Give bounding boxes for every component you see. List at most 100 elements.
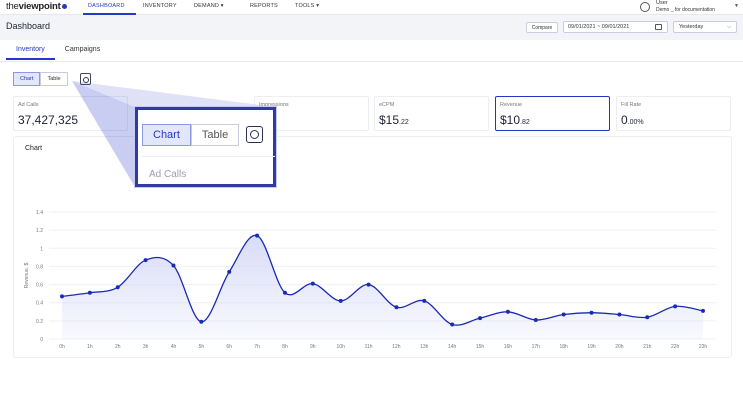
kpi-value: $10.82 — [500, 113, 530, 127]
data-point — [310, 281, 315, 286]
data-point — [87, 290, 92, 295]
x-tick-label: 2h — [115, 344, 121, 350]
calendar-icon — [655, 24, 662, 30]
logo-text-light: the — [6, 1, 19, 12]
nav-reports[interactable]: REPORTS — [250, 3, 278, 9]
kpi-label: Fill Rate — [621, 102, 642, 108]
data-point — [561, 312, 566, 317]
x-tick-label: 5h — [199, 344, 205, 350]
y-tick-label: 0.6 — [36, 283, 43, 289]
tab-campaigns[interactable]: Campaigns — [55, 40, 110, 60]
data-point — [505, 309, 510, 314]
date-preset-select[interactable]: Yesterday ⌵ — [673, 21, 737, 33]
top-navbar: theviewpoint DASHBOARD INVENTORY DEMAND … — [0, 0, 743, 15]
table-view-button[interactable]: Table — [40, 72, 68, 86]
x-tick-label: 23h — [699, 344, 708, 350]
main-panel: Inventory Campaigns Chart Table Ad Calls… — [0, 40, 743, 413]
chart-card-title: Chart — [25, 145, 43, 152]
tab-inventory[interactable]: Inventory — [6, 40, 55, 60]
y-tick-label: 0.2 — [36, 319, 43, 325]
data-point — [338, 298, 343, 303]
data-point — [422, 298, 427, 303]
kpi-value-decimal: .82 — [520, 119, 530, 126]
x-tick-label: 16h — [504, 344, 513, 350]
kpi-value-main: $10 — [500, 113, 521, 127]
zoom-divider — [142, 156, 275, 157]
kpi-value-decimal: .00% — [627, 119, 644, 126]
chart-card: Chart 0 0.2 0.4 0.6 0.8 1 1.2 1.4 Revenue, $ 0h 1h… — [13, 136, 732, 358]
data-point — [645, 315, 650, 320]
nav-dashboard[interactable]: DASHBOARD — [88, 3, 125, 9]
date-range-picker[interactable]: 09/01/2021 ~ 09/01/2021 — [563, 21, 668, 33]
kpi-label: Ad Calls — [18, 102, 39, 108]
user-menu[interactable]: User Demo _ for documentation ▼ — [637, 0, 742, 15]
data-point — [394, 305, 399, 310]
x-tick-label: 10h — [337, 344, 346, 350]
kpi-value-decimal: .22 — [399, 119, 409, 126]
kpi-ad-calls[interactable]: Ad Calls 37,427,325 — [13, 96, 128, 131]
x-tick-label: 13h — [420, 344, 429, 350]
data-point — [701, 308, 705, 313]
y-tick-label: 1.2 — [36, 228, 43, 234]
x-tick-label: 17h — [532, 344, 541, 350]
data-point — [199, 319, 204, 324]
page-title: Dashboard — [6, 21, 51, 31]
y-tick-label: 0.8 — [36, 264, 43, 270]
x-tick-label: 11h — [365, 344, 373, 350]
x-tick-label: 14h — [448, 344, 457, 350]
avatar-icon — [640, 2, 650, 12]
data-point — [478, 316, 483, 321]
refresh-icon[interactable] — [80, 73, 91, 85]
data-point — [533, 317, 538, 322]
refresh-icon[interactable] — [246, 126, 263, 143]
y-tick-label: 1.4 — [36, 210, 43, 216]
kpi-label: eCPM — [379, 102, 395, 108]
x-tick-label: 8h — [282, 344, 288, 350]
data-point — [255, 233, 260, 238]
zoom-table-button[interactable]: Table — [190, 124, 240, 146]
y-axis-label: Revenue, $ — [24, 262, 30, 288]
data-point — [115, 285, 120, 290]
user-name: User — [656, 0, 668, 6]
nav-inventory[interactable]: INVENTORY — [143, 3, 177, 9]
kpi-value: $15.22 — [379, 113, 409, 127]
x-tick-label: 21h — [643, 344, 652, 350]
kpi-value-main: $15 — [379, 113, 400, 127]
x-tick-label: 3h — [143, 344, 149, 350]
nav-tools[interactable]: TOOLS ▾ — [295, 3, 319, 9]
x-tick-label: 6h — [226, 344, 232, 350]
zoom-kpi-label: Ad Calls — [149, 169, 187, 180]
zoom-callout: Chart Table Ad Calls — [135, 107, 276, 187]
x-tick-label: 22h — [671, 344, 680, 350]
kpi-ecpm[interactable]: eCPM $15.22 — [374, 96, 489, 131]
data-point — [450, 322, 455, 327]
y-tick-label: 0.4 — [36, 301, 43, 307]
app-logo[interactable]: theviewpoint — [6, 1, 67, 12]
data-point — [171, 263, 176, 268]
data-point — [366, 282, 371, 287]
x-tick-label: 9h — [310, 344, 316, 350]
data-point — [617, 312, 622, 317]
x-tick-label: 7h — [254, 344, 260, 350]
data-point — [673, 304, 678, 309]
kpi-value: 0.00% — [621, 113, 644, 127]
kpi-label: Revenue — [500, 102, 523, 108]
chevron-down-icon: ⌵ — [727, 24, 731, 30]
revenue-chart: 0 0.2 0.4 0.6 0.8 1 1.2 1.4 Revenue, $ 0h 1h 2h 3h 4h… — [24, 210, 716, 350]
nav-demand[interactable]: DEMAND ▾ — [194, 3, 224, 9]
data-point — [227, 269, 232, 274]
kpi-revenue[interactable]: Revenue $10.82 — [495, 96, 610, 131]
kpi-value: 37,427,325 — [18, 113, 79, 127]
data-point — [60, 294, 64, 299]
view-toggle: Chart Table — [13, 72, 68, 86]
chart-view-button[interactable]: Chart — [13, 72, 41, 86]
user-org: Demo _ for documentation — [656, 7, 715, 13]
kpi-fill-rate[interactable]: Fill Rate 0.00% — [616, 96, 731, 131]
compare-button[interactable]: Compare — [526, 22, 558, 33]
data-point — [143, 258, 148, 263]
x-tick-label: 15h — [476, 344, 485, 350]
date-range-text: 09/01/2021 ~ 09/01/2021 — [568, 24, 630, 30]
zoom-chart-button[interactable]: Chart — [142, 124, 191, 146]
tab-bar: Inventory Campaigns — [6, 40, 110, 60]
chevron-down-icon: ▼ — [734, 3, 739, 9]
